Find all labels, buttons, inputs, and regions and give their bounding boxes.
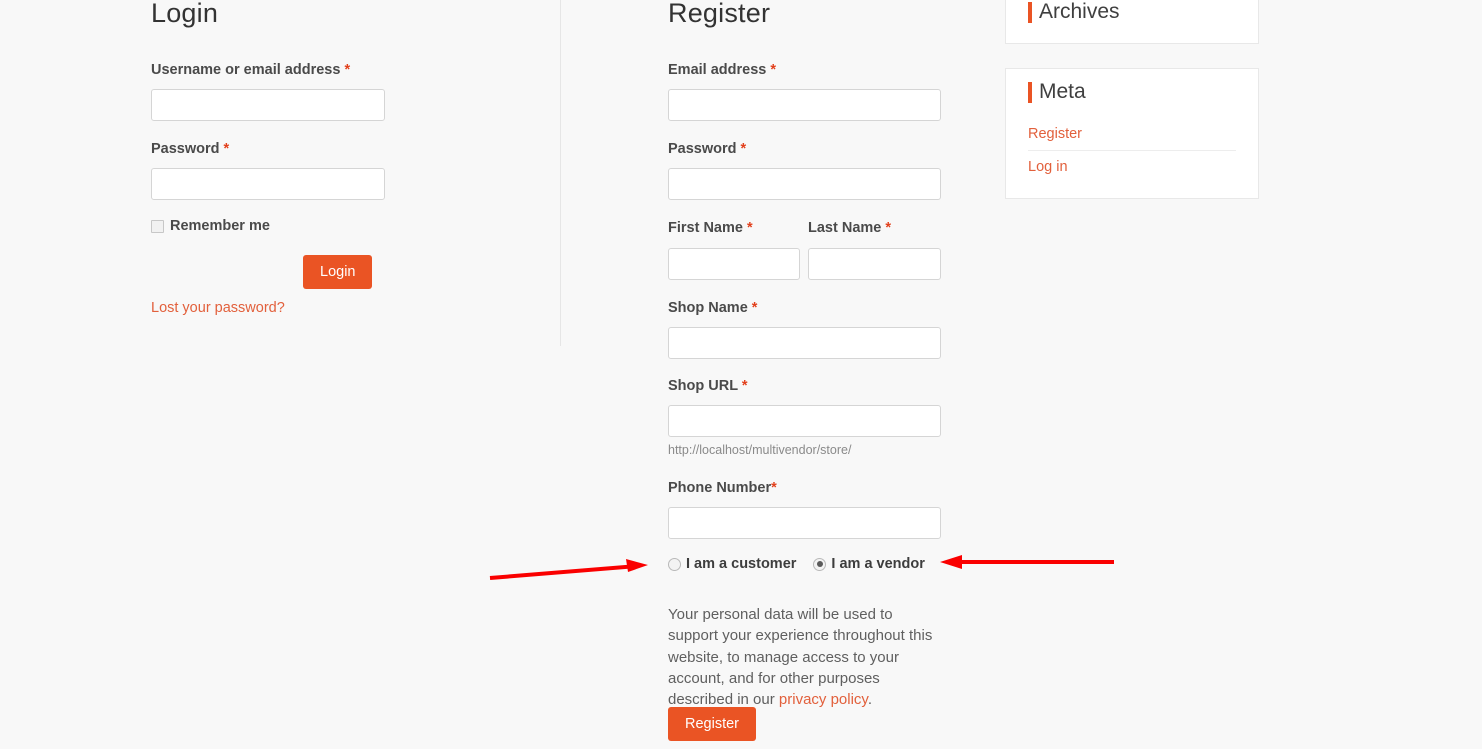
shop-name-label: Shop Name *: [668, 299, 757, 317]
login-password-label: Password *: [151, 140, 229, 158]
last-name-label: Last Name *: [808, 219, 891, 237]
email-label: Email address *: [668, 61, 776, 79]
register-title: Register: [668, 0, 771, 28]
shop-url-label: Shop URL *: [668, 377, 748, 395]
privacy-policy-link[interactable]: privacy policy: [779, 691, 868, 708]
role-customer-radio[interactable]: [668, 557, 681, 571]
role-vendor-radio[interactable]: [813, 557, 827, 571]
privacy-text-after: .: [867, 691, 872, 709]
arrow-pointing-to-customer-radio: [489, 559, 648, 580]
role-vendor-label[interactable]: I am a vendor: [831, 556, 924, 572]
first-name-label-text: First Name: [668, 220, 743, 236]
meta-link-register[interactable]: Register: [1028, 126, 1082, 142]
first-name-label: First Name *: [668, 219, 753, 237]
email-required-mark: *: [770, 62, 777, 78]
register-password-input[interactable]: [668, 168, 941, 200]
phone-number-required-mark: *: [771, 480, 777, 496]
register-password-label-text: Password: [668, 141, 737, 157]
privacy-policy-text: Your personal data will be used to suppo…: [668, 604, 944, 710]
column-divider: [560, 0, 561, 346]
widget-archives-title: Archives: [1028, 0, 1236, 25]
register-password-required-mark: *: [740, 141, 747, 157]
first-name-required-mark: *: [746, 220, 753, 236]
login-submit-button[interactable]: Login: [303, 255, 373, 289]
meta-link-list: Register Log in: [1028, 118, 1236, 183]
role-selection-group: I am a customer I am a vendor: [668, 556, 925, 572]
shop-url-hint: http://localhost/multivendor/store/: [668, 443, 852, 457]
email-input[interactable]: [668, 89, 941, 121]
arrow-pointing-to-vendor-radio: [940, 555, 1114, 569]
shop-url-input[interactable]: [668, 405, 941, 437]
login-password-label-text: Password: [151, 141, 220, 157]
email-label-text: Email address: [668, 62, 767, 78]
last-name-input[interactable]: [808, 248, 941, 280]
username-label-text: Username or email address: [151, 62, 341, 78]
username-input[interactable]: [151, 89, 385, 121]
role-option-customer[interactable]: I am a customer: [668, 556, 796, 572]
login-title: Login: [151, 0, 219, 28]
remember-me-row[interactable]: Remember me: [151, 218, 270, 234]
phone-number-label: Phone Number*: [668, 479, 777, 497]
shop-url-required-mark: *: [741, 378, 748, 394]
page-root: Login Username or email address * Passwo…: [0, 0, 1482, 749]
register-submit-button[interactable]: Register: [668, 707, 756, 741]
login-password-required-mark: *: [223, 141, 230, 157]
register-password-label: Password *: [668, 140, 746, 158]
role-option-vendor[interactable]: I am a vendor: [813, 556, 925, 572]
shop-name-required-mark: *: [751, 300, 758, 316]
last-name-label-text: Last Name: [808, 220, 882, 236]
first-name-input[interactable]: [668, 248, 800, 280]
remember-me-label[interactable]: Remember me: [170, 218, 270, 234]
list-item[interactable]: Register: [1028, 118, 1236, 150]
remember-me-checkbox[interactable]: [151, 219, 164, 233]
shop-name-input[interactable]: [668, 327, 941, 359]
phone-number-label-text: Phone Number: [668, 480, 772, 496]
login-password-input[interactable]: [151, 168, 385, 200]
shop-name-label-text: Shop Name: [668, 300, 748, 316]
widget-meta-title: Meta: [1028, 79, 1236, 105]
widget-archives: Archives: [1005, 0, 1259, 44]
last-name-required-mark: *: [885, 220, 892, 236]
shop-url-label-text: Shop URL: [668, 378, 738, 394]
username-label: Username or email address *: [151, 61, 350, 79]
lost-password-link[interactable]: Lost your password?: [151, 300, 285, 316]
phone-number-input[interactable]: [668, 507, 941, 539]
widget-meta: Meta Register Log in: [1005, 68, 1259, 199]
role-customer-label[interactable]: I am a customer: [686, 556, 796, 572]
username-required-mark: *: [344, 62, 351, 78]
list-item[interactable]: Log in: [1028, 150, 1236, 183]
meta-link-login[interactable]: Log in: [1028, 159, 1068, 175]
